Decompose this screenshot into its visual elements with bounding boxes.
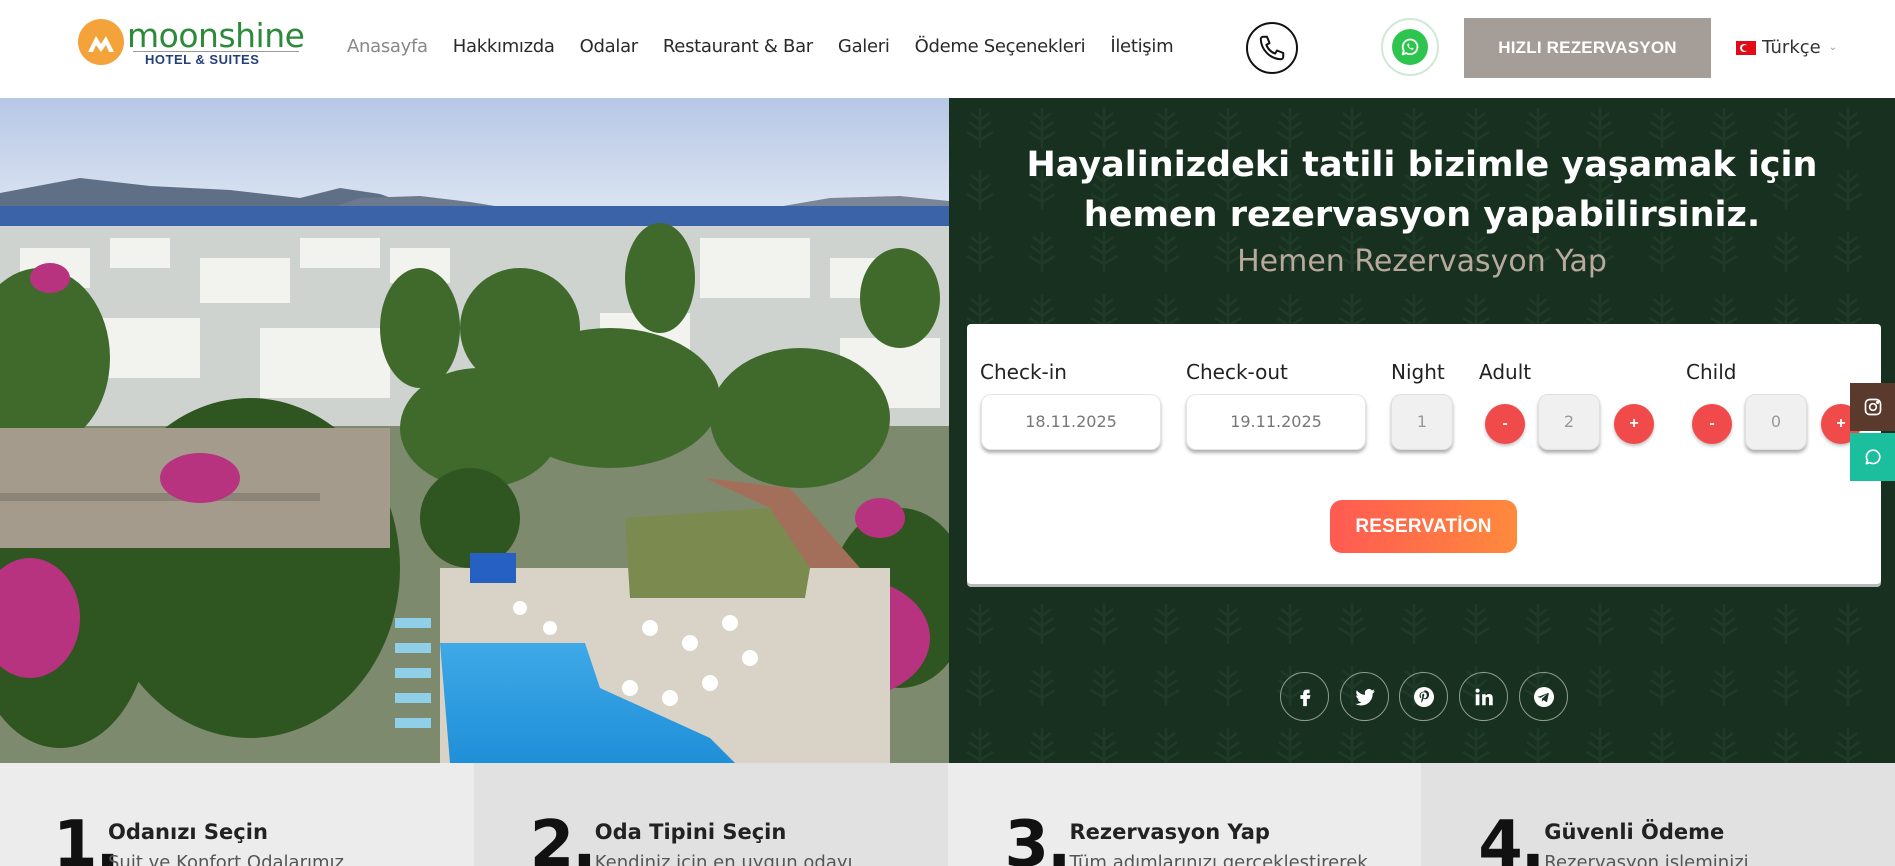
booking-steps: 1. Odanızı Seçin Suit ve Konfort Odaları… bbox=[0, 763, 1895, 866]
turkey-flag-icon bbox=[1736, 40, 1756, 55]
whatsapp-icon bbox=[1865, 449, 1881, 465]
pinterest-link[interactable] bbox=[1399, 672, 1448, 721]
child-label: Child bbox=[1686, 360, 1737, 384]
panel-title-line2: hemen rezervasyon yapabilirsiniz. bbox=[1083, 195, 1761, 235]
step-item-2: 2. Oda Tipini Seçin Kendiniz için en uyg… bbox=[473, 763, 948, 866]
whatsapp-icon bbox=[1392, 29, 1428, 65]
quick-reservation-button[interactable]: HIZLI REZERVASYON bbox=[1464, 18, 1711, 78]
logo-name: moonshine bbox=[127, 16, 305, 55]
facebook-icon bbox=[1299, 689, 1310, 706]
checkout-input[interactable]: 19.11.2025 bbox=[1186, 394, 1366, 450]
step-desc: Suit ve Konfort Odalarımız bbox=[108, 852, 344, 866]
checkin-input[interactable]: 18.11.2025 bbox=[981, 394, 1161, 450]
step-item-3: 3. Rezervasyon Yap Tüm adımlarınızı gerç… bbox=[947, 763, 1422, 866]
logo-subtitle: HOTEL & SUITES bbox=[145, 52, 260, 67]
step-desc: Tüm adımlarınızı gerçekleştirerek bbox=[1069, 852, 1368, 866]
nav-item-hakkimizda[interactable]: Hakkımızda bbox=[453, 36, 555, 57]
nav-item-restaurant-bar[interactable]: Restaurant & Bar bbox=[663, 36, 813, 57]
panel-title-line1: Hayalinizdeki tatili bizimle yaşamak içi… bbox=[1026, 145, 1818, 185]
booking-form: Check-in 18.11.2025 Check-out 19.11.2025… bbox=[967, 324, 1881, 584]
adult-increment-button[interactable]: + bbox=[1614, 404, 1654, 444]
adult-input[interactable]: 2 bbox=[1538, 394, 1600, 450]
step-desc: Rezervasyon işleminizi bbox=[1544, 852, 1749, 866]
step-number: 3. bbox=[1004, 808, 1072, 866]
whatsapp-button[interactable] bbox=[1381, 18, 1439, 76]
main-nav: Anasayfa Hakkımızda Odalar Restaurant & … bbox=[347, 36, 1198, 57]
reservation-submit-button[interactable]: RESERVATİON bbox=[1330, 500, 1517, 553]
step-title: Rezervasyon Yap bbox=[1069, 820, 1270, 844]
telegram-icon bbox=[1533, 686, 1554, 707]
night-input[interactable]: 1 bbox=[1391, 394, 1453, 450]
hotel-logo[interactable]: moonshine HOTEL & SUITES bbox=[78, 16, 305, 70]
language-label: Türkçe bbox=[1762, 37, 1821, 58]
linkedin-icon bbox=[1475, 688, 1493, 705]
step-desc: Kendiniz için en uygun odayı bbox=[594, 852, 853, 866]
step-number: 2. bbox=[529, 808, 597, 866]
step-title: Oda Tipini Seçin bbox=[594, 820, 787, 844]
phone-button[interactable] bbox=[1246, 22, 1298, 74]
nav-item-iletisim[interactable]: İletişim bbox=[1110, 36, 1173, 57]
step-item-1: 1. Odanızı Seçin Suit ve Konfort Odaları… bbox=[0, 763, 474, 866]
step-title: Odanızı Seçin bbox=[108, 820, 268, 844]
nav-item-galeri[interactable]: Galeri bbox=[838, 36, 890, 57]
pinterest-icon bbox=[1413, 686, 1434, 707]
side-whatsapp-button[interactable] bbox=[1850, 433, 1895, 481]
moon-logo-icon bbox=[78, 19, 124, 65]
chevron-down-icon: ⌄ bbox=[1828, 42, 1838, 53]
instagram-icon bbox=[1864, 398, 1881, 416]
language-selector[interactable]: Türkçe ⌄ bbox=[1736, 37, 1837, 58]
step-number: 4. bbox=[1478, 808, 1545, 866]
adult-decrement-button[interactable]: - bbox=[1485, 404, 1525, 444]
adult-label: Adult bbox=[1479, 360, 1532, 384]
checkout-label: Check-out bbox=[1186, 360, 1288, 384]
checkin-label: Check-in bbox=[980, 360, 1067, 384]
child-decrement-button[interactable]: - bbox=[1692, 404, 1732, 444]
telegram-link[interactable] bbox=[1519, 672, 1568, 721]
phone-icon bbox=[1259, 35, 1285, 61]
side-instagram-button[interactable] bbox=[1850, 383, 1895, 431]
hotel-aerial-photo bbox=[0, 98, 949, 763]
panel-title: Hayalinizdeki tatili bizimle yaşamak içi… bbox=[949, 140, 1895, 240]
child-input[interactable]: 0 bbox=[1745, 394, 1807, 450]
nav-item-odeme-secenekleri[interactable]: Ödeme Seçenekleri bbox=[915, 36, 1086, 57]
twitter-icon bbox=[1354, 688, 1375, 706]
nav-item-odalar[interactable]: Odalar bbox=[580, 36, 639, 57]
step-title: Güvenli Ödeme bbox=[1544, 820, 1725, 844]
facebook-link[interactable] bbox=[1280, 672, 1329, 721]
panel-subtitle: Hemen Rezervasyon Yap bbox=[1237, 244, 1607, 279]
twitter-link[interactable] bbox=[1340, 672, 1389, 721]
night-label: Night bbox=[1391, 360, 1445, 384]
nav-item-anasayfa[interactable]: Anasayfa bbox=[347, 36, 428, 57]
step-item-4: 4. Güvenli Ödeme Rezervasyon işleminizi bbox=[1421, 763, 1895, 866]
linkedin-link[interactable] bbox=[1459, 672, 1508, 721]
site-header: moonshine HOTEL & SUITES Anasayfa Hakkım… bbox=[0, 0, 1895, 98]
